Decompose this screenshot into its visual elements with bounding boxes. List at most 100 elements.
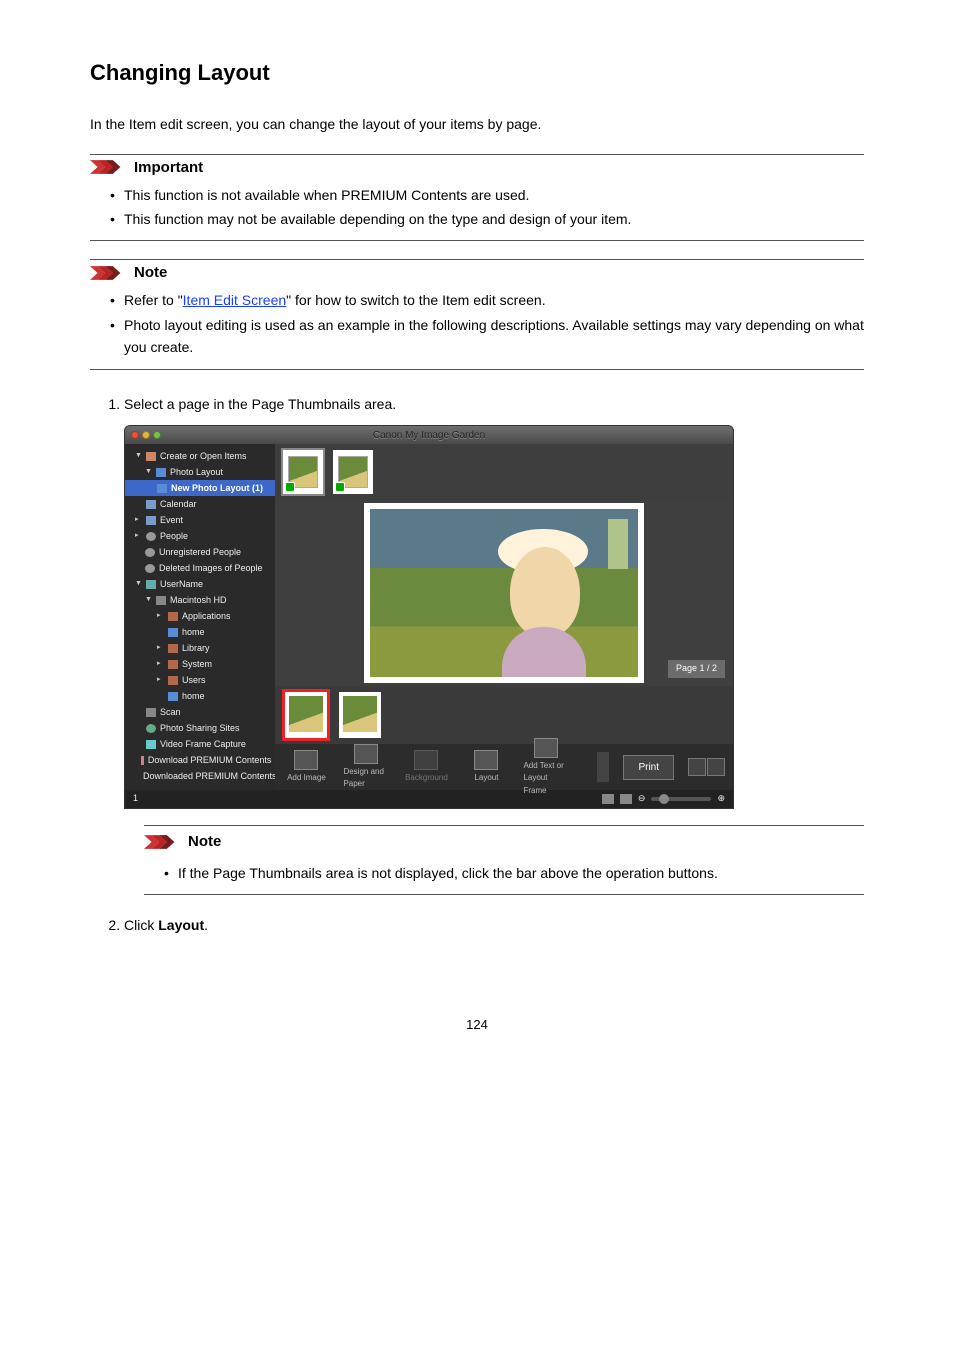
image-thumb[interactable] (333, 450, 373, 494)
note-callout: Note If the Page Thumbnails area is not … (144, 825, 864, 895)
design-paper-button[interactable]: Design and Paper (343, 744, 389, 791)
sidebar-item-home2[interactable]: home (125, 688, 275, 704)
sidebar-item-applications[interactable]: ▸Applications (125, 608, 275, 624)
arrows-icon (90, 159, 128, 175)
page-number: 124 (90, 1017, 864, 1032)
window-title: Canon My Image Garden (125, 428, 733, 444)
note-item: Refer to "Item Edit Screen" for how to s… (124, 289, 864, 311)
home-icon (168, 692, 178, 701)
page-indicator: Page 1 / 2 (668, 660, 725, 678)
step2-prefix: Click (124, 917, 158, 933)
sidebar-item-system[interactable]: ▸System (125, 656, 275, 672)
sidebar-item-photo-sharing-sites[interactable]: Photo Sharing Sites (125, 720, 275, 736)
folder-icon (168, 660, 178, 669)
important-item: This function may not be available depen… (124, 208, 864, 230)
status-count: 1 (133, 792, 138, 806)
sidebar-item-new-photo-layout[interactable]: New Photo Layout (1) (125, 480, 275, 496)
sidebar-item-scan[interactable]: Scan (125, 704, 275, 720)
check-icon (285, 482, 295, 492)
view-grid-icon[interactable] (602, 794, 614, 804)
home-icon (168, 628, 178, 637)
image-thumbs-row (275, 444, 733, 500)
note-title: Note (188, 830, 221, 853)
important-title: Important (134, 159, 203, 176)
film-icon (146, 740, 156, 749)
chevron-right-icon[interactable] (597, 752, 609, 782)
step2-strong: Layout (158, 917, 204, 933)
zoom-out-icon[interactable]: ⊖ (638, 792, 646, 806)
refer-suffix: " for how to switch to the Item edit scr… (286, 292, 545, 308)
sidebar: ▼Create or Open Items ▼Photo Layout New … (125, 444, 275, 790)
hd-icon (156, 596, 166, 605)
refer-prefix: Refer to " (124, 292, 183, 308)
arrows-icon (90, 265, 128, 281)
event-icon (146, 516, 156, 525)
person-icon (146, 532, 156, 541)
sidebar-item-downloaded-premium[interactable]: Downloaded PREMIUM Contents (125, 768, 275, 784)
sidebar-item-event[interactable]: ▸Event (125, 512, 275, 528)
person-icon (145, 548, 155, 557)
note-item: Photo layout editing is used as an examp… (124, 314, 864, 359)
print-button[interactable]: Print (623, 755, 674, 781)
sidebar-item-calendar[interactable]: Calendar (125, 496, 275, 512)
sidebar-item-create-open[interactable]: ▼Create or Open Items (125, 448, 275, 464)
sidebar-item-people[interactable]: ▸People (125, 528, 275, 544)
prev-arrow-icon[interactable] (688, 758, 706, 776)
intro-text: In the Item edit screen, you can change … (90, 114, 864, 136)
item-edit-screen-link[interactable]: Item Edit Screen (183, 292, 287, 308)
sidebar-item-username[interactable]: ▼UserName (125, 576, 275, 592)
person-icon (145, 564, 155, 573)
check-icon (335, 482, 345, 492)
photo-preview (364, 503, 644, 683)
monitor-icon (146, 580, 156, 589)
add-image-button[interactable]: Add Image (283, 750, 329, 784)
page-thumb[interactable] (285, 692, 327, 738)
sidebar-item-users[interactable]: ▸Users (125, 672, 275, 688)
download-icon (141, 756, 144, 765)
step2-suffix: . (204, 917, 208, 933)
step1-text: Select a page in the Page Thumbnails are… (124, 396, 396, 412)
page-title: Changing Layout (90, 60, 864, 86)
note-title: Note (134, 264, 167, 281)
folder-icon (168, 612, 178, 621)
scan-icon (146, 708, 156, 717)
arrows-icon (144, 834, 182, 850)
note-callout: Note Refer to "Item Edit Screen" for how… (90, 259, 864, 369)
statusbar: 1 ⊖ ⊕ (125, 790, 733, 808)
sidebar-item-video-frame-capture[interactable]: Video Frame Capture (125, 736, 275, 752)
sidebar-item-unregistered-people[interactable]: Unregistered People (125, 544, 275, 560)
page-thumbnails (275, 686, 733, 744)
toolbar: Add Image Design and Paper Background La… (275, 744, 733, 790)
sidebar-item-photo-layout[interactable]: ▼Photo Layout (125, 464, 275, 480)
layout-button[interactable]: Layout (463, 750, 509, 784)
zoom-slider[interactable] (651, 797, 711, 801)
sidebar-item-macintosh-hd[interactable]: ▼Macintosh HD (125, 592, 275, 608)
view-fullscreen-icon[interactable] (620, 794, 632, 804)
main-area: Page 1 / 2 Add Image Design and Paper Ba… (275, 444, 733, 790)
grid-icon (156, 468, 166, 477)
canvas[interactable]: Page 1 / 2 (275, 500, 733, 686)
image-thumb[interactable] (283, 450, 323, 494)
page-thumb[interactable] (339, 692, 381, 738)
edit-icon (146, 452, 156, 461)
next-arrow-icon[interactable] (707, 758, 725, 776)
sidebar-item-deleted-people[interactable]: Deleted Images of People (125, 560, 275, 576)
sidebar-item-library[interactable]: ▸Library (125, 640, 275, 656)
folder-icon (168, 644, 178, 653)
calendar-icon (146, 500, 156, 509)
grid-icon (157, 484, 167, 493)
background-button: Background (403, 750, 449, 784)
folder-icon (168, 676, 178, 685)
step-2: Click Layout. (124, 915, 864, 937)
sidebar-item-download-premium[interactable]: Download PREMIUM Contents (125, 752, 275, 768)
globe-icon (146, 724, 156, 733)
important-callout: Important This function is not available… (90, 154, 864, 242)
app-window: Canon My Image Garden ▼Create or Open It… (124, 425, 734, 809)
titlebar: Canon My Image Garden (125, 426, 733, 444)
note-item: If the Page Thumbnails area is not displ… (178, 862, 864, 884)
add-text-button[interactable]: Add Text or Layout Frame (523, 738, 569, 797)
zoom-in-icon[interactable]: ⊕ (717, 792, 725, 806)
sidebar-item-home[interactable]: home (125, 624, 275, 640)
step-1: Select a page in the Page Thumbnails are… (124, 394, 864, 895)
important-item: This function is not available when PREM… (124, 184, 864, 206)
